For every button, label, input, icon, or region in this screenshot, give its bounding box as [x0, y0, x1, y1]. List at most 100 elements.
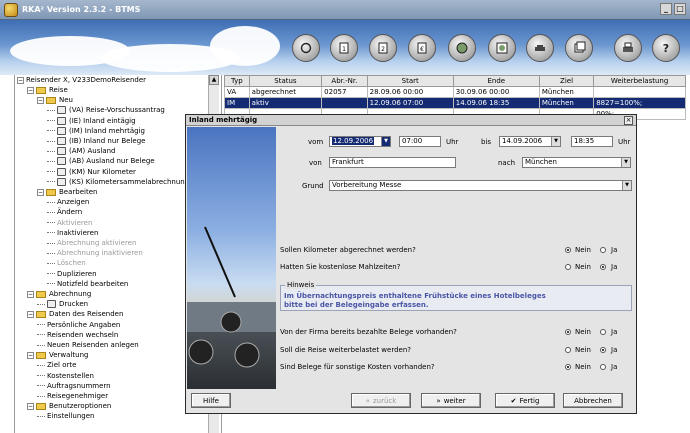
- fertig-button[interactable]: ✔ Fertig: [495, 393, 555, 408]
- tree-item[interactable]: Neuen Reisenden anlegen: [37, 340, 139, 350]
- close-icon[interactable]: ×: [624, 116, 633, 125]
- tree-item[interactable]: Drucken: [37, 299, 88, 309]
- tree-item[interactable]: Duplizieren: [47, 269, 97, 279]
- help-icon[interactable]: ?: [652, 34, 680, 62]
- tree-item[interactable]: − Daten des Reisenden: [27, 309, 123, 319]
- tree-item[interactable]: (IM) Inland mehrtägig: [47, 126, 145, 136]
- tree-item[interactable]: Auftragsnummern: [37, 381, 111, 391]
- tree-item[interactable]: Löschen: [47, 258, 86, 268]
- collapse-icon[interactable]: −: [37, 188, 44, 196]
- collapse-icon[interactable]: −: [27, 310, 34, 318]
- tree-item[interactable]: Reisenden wechseln: [37, 330, 118, 340]
- kilometer-nein-radio[interactable]: [565, 247, 571, 253]
- tree-item[interactable]: (VA) Reise-Vorschussantrag: [47, 105, 165, 115]
- tree-item[interactable]: (KS) Kilometersammelabrechnung: [47, 177, 189, 187]
- collapse-icon[interactable]: −: [27, 86, 34, 94]
- weiterbelastet-nein-radio[interactable]: [565, 347, 571, 353]
- tree-item[interactable]: Inaktivieren: [47, 228, 98, 238]
- nach-select[interactable]: München ▼: [522, 157, 631, 168]
- printer-icon[interactable]: [614, 34, 642, 62]
- tree-item[interactable]: Ziel orte: [37, 360, 76, 370]
- sonstige-ja-radio[interactable]: [600, 364, 606, 370]
- column-header[interactable]: Ende: [452, 75, 540, 87]
- kilometer-ja-radio[interactable]: [600, 247, 606, 253]
- collapse-icon[interactable]: −: [17, 76, 24, 84]
- mahlzeiten-nein-radio[interactable]: [565, 264, 571, 270]
- tree-item[interactable]: Einstellungen: [37, 411, 94, 421]
- tree-item-label: Daten des Reisenden: [49, 310, 124, 319]
- globe-icon[interactable]: [448, 34, 476, 62]
- chevron-down-icon[interactable]: ▼: [621, 158, 630, 167]
- vom-date-field[interactable]: 12.09.2006 ▼: [329, 136, 391, 147]
- tree-item[interactable]: − Bearbeiten: [37, 187, 97, 197]
- tree-line: [37, 324, 45, 326]
- euro-icon[interactable]: €: [408, 34, 436, 62]
- sonstige-nein-radio[interactable]: [565, 364, 571, 370]
- tree-item[interactable]: (IE) Inland eintägig: [47, 116, 136, 126]
- tree-line: [47, 171, 55, 173]
- column-header[interactable]: Weiterbelastung: [593, 75, 686, 87]
- tree-item[interactable]: Anzeigen: [47, 197, 89, 207]
- column-header[interactable]: Start: [366, 75, 454, 87]
- tree-item[interactable]: − Verwaltung: [27, 350, 88, 360]
- column-header[interactable]: Abr.-Nr.: [321, 75, 368, 87]
- belege-nein-radio[interactable]: [565, 329, 571, 335]
- tree-item[interactable]: − Benutzeroptionen: [27, 401, 111, 411]
- tree-item[interactable]: Aktivieren: [47, 218, 92, 228]
- bis-time-field[interactable]: 18:35: [571, 136, 613, 147]
- question-mahlzeiten: Hatten Sie kostenlose Mahlzeiten?: [280, 263, 401, 271]
- refresh-icon[interactable]: [292, 34, 320, 62]
- doc1-icon[interactable]: 1: [330, 34, 358, 62]
- table-row[interactable]: VA abgerechnet 02057 28.09.06 00:00 30.09.06…: [224, 86, 686, 98]
- tree-line: [47, 252, 55, 254]
- column-header[interactable]: Status: [248, 75, 323, 87]
- bis-date-field[interactable]: 14.09.2006 ▼: [499, 136, 561, 147]
- weiterbelastet-ja-radio[interactable]: [600, 347, 606, 353]
- bis-date-value: 14.09.2006: [502, 137, 543, 145]
- weiter-button[interactable]: » weiter: [421, 393, 481, 408]
- hilfe-button[interactable]: Hilfe: [191, 393, 231, 408]
- collapse-icon[interactable]: −: [27, 351, 34, 359]
- tree-item[interactable]: − Neu: [37, 95, 73, 105]
- column-header[interactable]: Typ: [224, 75, 250, 87]
- belege-ja-radio[interactable]: [600, 329, 606, 335]
- tree-item[interactable]: Reisegenehmiger: [37, 391, 108, 401]
- tree-item[interactable]: Notizfeld bearbeiten: [47, 279, 128, 289]
- tree-item[interactable]: − Reise: [27, 85, 68, 95]
- chevron-down-icon[interactable]: ▼: [551, 137, 560, 146]
- mahlzeiten-ja-radio[interactable]: [600, 264, 606, 270]
- tree-item[interactable]: (KM) Nur Kilometer: [47, 167, 136, 177]
- abbrechen-button[interactable]: Abbrechen: [563, 393, 623, 408]
- tree-item[interactable]: Kostenstellen: [37, 371, 94, 381]
- world-icon[interactable]: [488, 34, 516, 62]
- collapse-icon[interactable]: −: [37, 96, 44, 104]
- tree-item[interactable]: (AB) Ausland nur Belege: [47, 156, 155, 166]
- von-field[interactable]: Frankfurt: [329, 157, 456, 168]
- tree-item[interactable]: − Abrechnung: [27, 289, 91, 299]
- collapse-icon[interactable]: −: [27, 402, 34, 410]
- chevron-down-icon[interactable]: ▼: [381, 137, 390, 146]
- tree-item[interactable]: (AM) Ausland: [47, 146, 116, 156]
- chevron-down-icon[interactable]: ▼: [622, 181, 631, 190]
- tree-item[interactable]: Persönliche Angaben: [37, 320, 120, 330]
- zurueck-button[interactable]: «zurück: [351, 393, 411, 408]
- tree-item[interactable]: Abrechnung aktivieren: [47, 238, 136, 248]
- table-cell: 14.09.06 18:35: [452, 97, 540, 109]
- doc2-icon[interactable]: 2: [369, 34, 397, 62]
- tree-item[interactable]: (IB) Inland nur Belege: [47, 136, 145, 146]
- stack-icon[interactable]: [565, 34, 593, 62]
- tree-item[interactable]: Abrechnung inaktivieren: [47, 248, 143, 258]
- car-icon[interactable]: [526, 34, 554, 62]
- tree-item-label: Duplizieren: [57, 269, 97, 278]
- scroll-up-icon[interactable]: ▲: [209, 75, 219, 85]
- grund-select[interactable]: Vorbereitung Messe ▼: [329, 180, 632, 191]
- tree-item[interactable]: Ändern: [47, 207, 82, 217]
- column-header[interactable]: Ziel: [538, 75, 595, 87]
- vom-time-field[interactable]: 07:00: [399, 136, 441, 147]
- table-row[interactable]: IM aktiv 12.09.06 07:00 14.09.06 18:35 Münch…: [224, 97, 686, 109]
- minimize-button[interactable]: _: [660, 3, 672, 15]
- tree-line: [47, 150, 55, 152]
- tree-root[interactable]: − Reisender X, V233DemoReisender: [17, 75, 146, 85]
- collapse-icon[interactable]: −: [27, 290, 34, 298]
- maximize-button[interactable]: □: [674, 3, 686, 15]
